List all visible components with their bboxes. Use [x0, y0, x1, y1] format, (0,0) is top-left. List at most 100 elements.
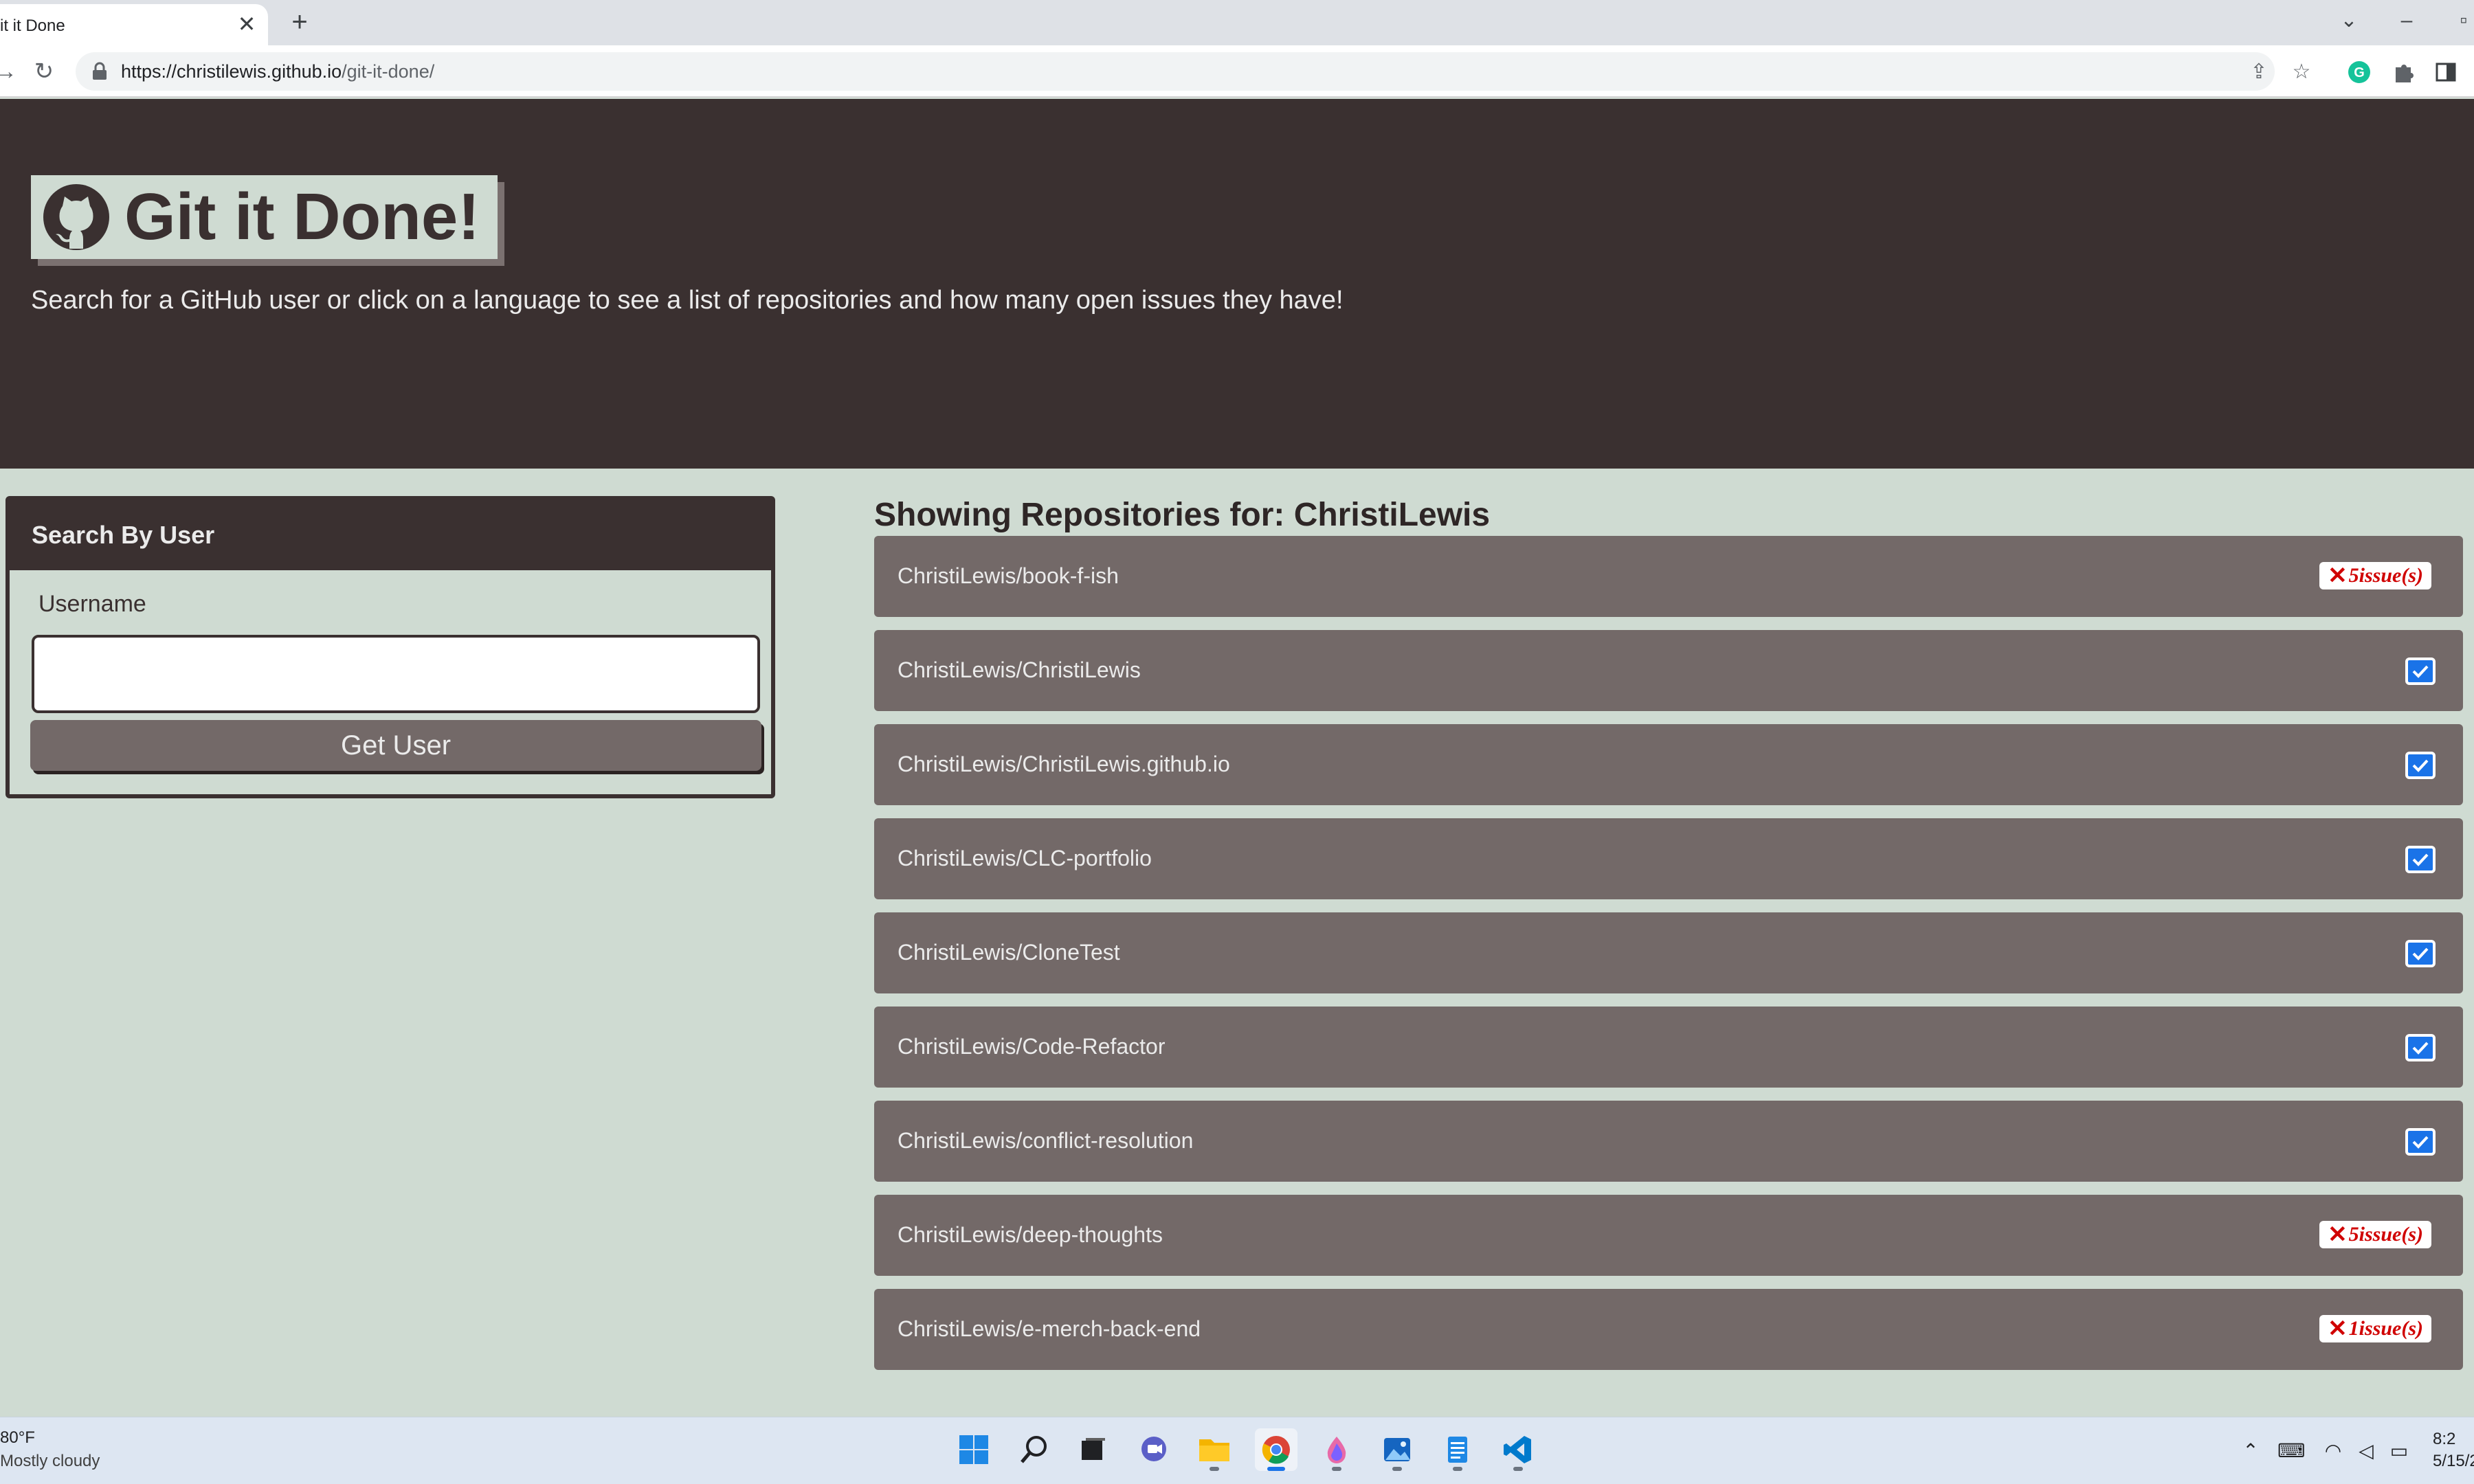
- keyboard-icon[interactable]: ⌨: [2277, 1439, 2305, 1463]
- site-logo: Git it Done!: [31, 175, 498, 259]
- start-menu-icon[interactable]: [952, 1428, 995, 1471]
- url-host: https://christilewis.github.io: [121, 61, 342, 82]
- task-view-icon[interactable]: [1072, 1428, 1115, 1471]
- lock-icon: [93, 62, 107, 80]
- running-indicator: [1332, 1467, 1341, 1471]
- chrome-logo-icon: [1262, 1436, 1290, 1464]
- repo-item[interactable]: ChristiLewis/CLC-portfolio: [874, 818, 2463, 899]
- running-indicator: [1453, 1467, 1462, 1471]
- running-indicator: [1392, 1467, 1402, 1471]
- browser-toolbar: → ↻ https://christilewis.github.io/git-i…: [0, 45, 2474, 98]
- repo-name: ChristiLewis/CLC-portfolio: [898, 846, 1152, 870]
- repos-heading: Showing Repositories for: ChristiLewis: [874, 497, 1491, 533]
- url-text: https://christilewis.github.io/git-it-do…: [121, 61, 434, 82]
- repo-name: ChristiLewis/CloneTest: [898, 940, 1120, 965]
- repo-item[interactable]: ChristiLewis/conflict-resolution: [874, 1101, 2463, 1182]
- repo-list: ChristiLewis/book-f-ish ✕ 5issue(s) Christi…: [874, 536, 2463, 1383]
- wifi-icon[interactable]: ◠: [2321, 1439, 2345, 1463]
- issue-count-text: 5issue(s): [2348, 564, 2423, 587]
- username-label: Username: [38, 591, 146, 617]
- tab-title: it it Done: [0, 16, 65, 35]
- chrome-taskbar-icon[interactable]: [1255, 1428, 1297, 1471]
- url-path: /git-it-done/: [342, 61, 435, 82]
- repo-item[interactable]: ChristiLewis/e-merch-back-end ✕ 1issue(s): [874, 1289, 2463, 1370]
- checkmark-icon: [2405, 1128, 2436, 1156]
- page-header: Git it Done! Search for a GitHub user or…: [0, 99, 2474, 469]
- chat-bubble-icon: [1141, 1437, 1166, 1461]
- clock-date: 5/15/2: [2433, 1452, 2474, 1470]
- new-tab-button[interactable]: +: [285, 8, 315, 38]
- checkmark-icon: [2405, 657, 2436, 685]
- repo-item[interactable]: ChristiLewis/deep-thoughts ✕ 5issue(s): [874, 1195, 2463, 1276]
- close-x-icon: ✕: [2328, 1316, 2348, 1342]
- repo-item[interactable]: ChristiLewis/Code-Refactor: [874, 1007, 2463, 1088]
- volume-icon[interactable]: ◁: [2354, 1439, 2378, 1463]
- repo-name: ChristiLewis/ChristiLewis: [898, 657, 1141, 682]
- battery-icon[interactable]: ▭: [2387, 1439, 2411, 1463]
- search-card-title: Search By User: [32, 521, 215, 549]
- active-indicator: [1267, 1467, 1285, 1471]
- repo-name: ChristiLewis/conflict-resolution: [898, 1128, 1194, 1153]
- side-panel-icon[interactable]: [2433, 59, 2459, 85]
- vscode-icon: [1504, 1436, 1531, 1463]
- page-subtitle: Search for a GitHub user or click on a l…: [31, 286, 1344, 315]
- close-x-icon: ✕: [2328, 563, 2348, 589]
- checkmark-icon: [2405, 1034, 2436, 1061]
- notepad-app-icon[interactable]: [1436, 1428, 1479, 1471]
- tab-search-icon[interactable]: ⌄: [2334, 5, 2364, 36]
- address-bar[interactable]: https://christilewis.github.io/git-it-do…: [76, 52, 2310, 91]
- repo-item[interactable]: ChristiLewis/ChristiLewis.github.io: [874, 724, 2463, 805]
- username-input[interactable]: [32, 635, 760, 713]
- teams-chat-icon[interactable]: [1133, 1428, 1175, 1471]
- tab-close-icon[interactable]: ✕: [234, 11, 260, 37]
- vscode-app-icon[interactable]: [1497, 1428, 1539, 1471]
- paint-drop-icon: [1327, 1437, 1346, 1463]
- bookmark-star-icon[interactable]: ☆: [2290, 60, 2313, 84]
- repo-name: ChristiLewis/Code-Refactor: [898, 1034, 1166, 1059]
- forward-icon[interactable]: →: [0, 56, 21, 87]
- magnifier-icon: [1021, 1436, 1047, 1463]
- checkmark-icon: [2405, 940, 2436, 967]
- search-by-user-card: Search By User Username Get User: [5, 496, 775, 798]
- repo-item[interactable]: ChristiLewis/CloneTest: [874, 912, 2463, 993]
- repo-name: ChristiLewis/e-merch-back-end: [898, 1316, 1201, 1341]
- github-octocat-icon: [43, 184, 109, 250]
- task-view-glyph: [1082, 1438, 1105, 1460]
- close-x-icon: ✕: [2328, 1222, 2348, 1248]
- browser-tabstrip: it it Done ✕ + ⌄ – ▫: [0, 0, 2474, 45]
- running-indicator: [1513, 1467, 1523, 1471]
- issue-count-badge: ✕ 5issue(s): [2319, 562, 2431, 589]
- browser-tab[interactable]: it it Done ✕: [0, 4, 268, 45]
- repo-name: ChristiLewis/book-f-ish: [898, 563, 1119, 588]
- photos-app-icon[interactable]: [1376, 1428, 1418, 1471]
- restore-icon[interactable]: ▫: [2453, 5, 2474, 36]
- issue-count-text: 1issue(s): [2348, 1317, 2423, 1340]
- clock-time: 8:2: [2433, 1430, 2456, 1448]
- reload-icon[interactable]: ↻: [29, 56, 59, 87]
- repo-name: ChristiLewis/deep-thoughts: [898, 1222, 1163, 1247]
- issue-count-text: 5issue(s): [2348, 1223, 2423, 1246]
- extensions-puzzle-icon[interactable]: [2390, 59, 2416, 85]
- repo-item[interactable]: ChristiLewis/ChristiLewis: [874, 630, 2463, 711]
- file-explorer-icon[interactable]: [1193, 1428, 1236, 1471]
- windows-logo-icon: [959, 1435, 988, 1464]
- web-page: Git it Done! Search for a GitHub user or…: [0, 99, 2474, 1417]
- repo-name: ChristiLewis/ChristiLewis.github.io: [898, 752, 1230, 776]
- paint-app-icon[interactable]: [1315, 1428, 1358, 1471]
- weather-desc: Mostly cloudy: [0, 1452, 100, 1470]
- svg-text:G: G: [2354, 65, 2365, 80]
- system-clock[interactable]: 8:2 5/15/2: [2433, 1428, 2474, 1472]
- issue-count-badge: ✕ 1issue(s): [2319, 1315, 2431, 1342]
- share-icon[interactable]: ⇪: [2247, 60, 2271, 84]
- grammarly-extension-icon[interactable]: G: [2346, 59, 2372, 85]
- checkmark-icon: [2405, 752, 2436, 779]
- search-card-header: Search By User: [10, 500, 771, 570]
- running-indicator: [1210, 1467, 1219, 1471]
- minimize-icon[interactable]: –: [2392, 5, 2422, 36]
- repo-item[interactable]: ChristiLewis/book-f-ish ✕ 5issue(s): [874, 536, 2463, 617]
- show-hidden-icons-chevron-icon[interactable]: ⌃: [2239, 1439, 2262, 1463]
- checkmark-icon: [2405, 846, 2436, 873]
- get-user-button[interactable]: Get User: [30, 720, 761, 771]
- os-taskbar: 80°F Mostly cloudy ⌃ ⌨ ◠ ◁ ▭ 8:2 5/15/: [0, 1417, 2474, 1484]
- search-icon[interactable]: [1013, 1428, 1056, 1471]
